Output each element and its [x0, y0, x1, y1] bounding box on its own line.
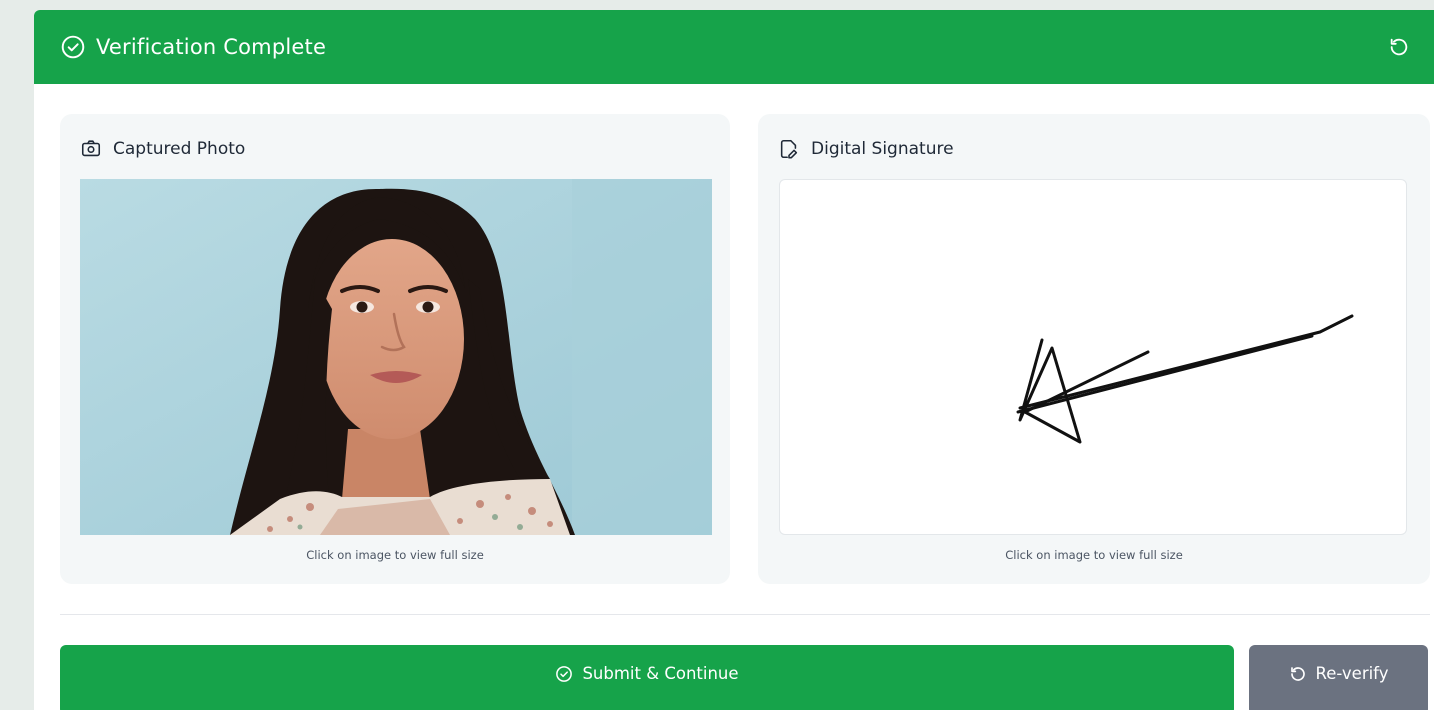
check-circle-icon	[555, 665, 573, 683]
captured-photo-heading: Captured Photo	[80, 138, 245, 160]
digital-signature-heading: Digital Signature	[778, 138, 954, 160]
section-divider	[60, 614, 1430, 615]
refresh-icon	[1289, 665, 1307, 683]
verification-header: Verification Complete	[34, 10, 1434, 84]
signature-hint-text: Click on image to view full size	[1005, 548, 1183, 562]
refresh-icon[interactable]	[1386, 34, 1412, 60]
captured-photo-panel: Captured Photo Click on image to view fu…	[60, 114, 730, 584]
captured-photo-title: Captured Photo	[113, 139, 246, 159]
page-title: Verification Complete	[96, 35, 327, 59]
photo-hint-text: Click on image to view full size	[306, 548, 484, 562]
verification-card: Verification Complete Captured Photo Cli…	[34, 10, 1434, 710]
captured-photo-image[interactable]	[80, 179, 712, 535]
digital-signature-panel: Digital Signature Click on image to view…	[758, 114, 1430, 584]
submit-continue-label: Submit & Continue	[582, 664, 739, 683]
check-circle-icon	[60, 34, 86, 60]
signature-pen-icon	[778, 138, 800, 160]
reverify-label: Re-verify	[1315, 664, 1389, 683]
digital-signature-image[interactable]	[779, 179, 1407, 535]
reverify-button[interactable]: Re-verify	[1249, 645, 1428, 710]
submit-continue-button[interactable]: Submit & Continue	[60, 645, 1234, 710]
digital-signature-title: Digital Signature	[811, 139, 954, 159]
camera-icon	[80, 138, 102, 160]
